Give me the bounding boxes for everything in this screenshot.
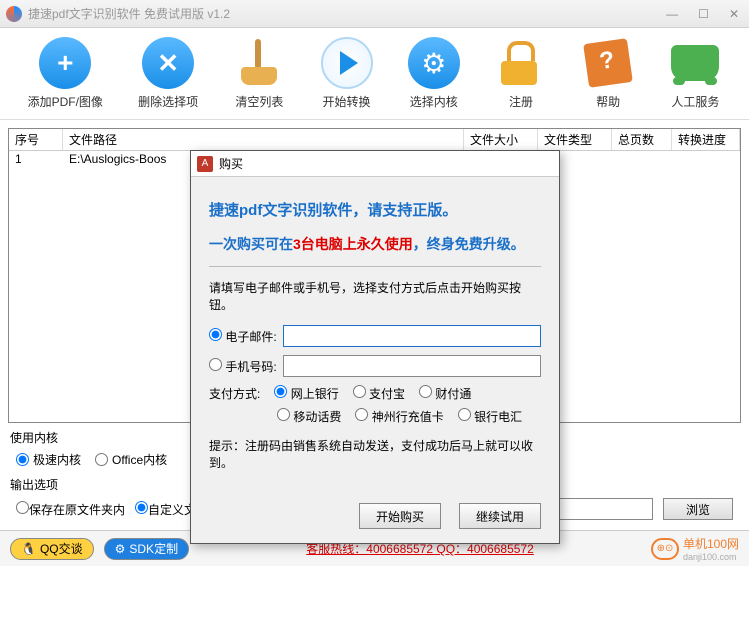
close-button[interactable]: ✕: [725, 7, 743, 21]
play-icon: [340, 51, 358, 75]
dialog-icon: A: [197, 156, 213, 172]
pay-tenpay-radio[interactable]: 财付通: [419, 385, 471, 402]
pay-bank-radio[interactable]: 网上银行: [274, 385, 338, 402]
col-seq: 序号: [9, 129, 63, 150]
sdk-button[interactable]: ⚙SDK定制: [104, 538, 189, 560]
pay-alipay-radio[interactable]: 支付宝: [353, 385, 405, 402]
help-book-icon: [583, 38, 633, 88]
browse-button[interactable]: 浏览: [663, 498, 733, 520]
lock-icon: [501, 41, 541, 85]
contact-phone-radio[interactable]: 手机号码:: [209, 358, 277, 375]
qq-chat-button[interactable]: 🐧QQ交谈: [10, 538, 94, 560]
minimize-button[interactable]: —: [662, 7, 682, 21]
broom-icon: [233, 37, 285, 89]
pay-mobile-radio[interactable]: 移动话费: [277, 408, 341, 425]
window-title: 捷速pdf文字识别软件 免费试用版 v1.2: [28, 5, 662, 22]
phone-icon: [671, 45, 719, 81]
phone-input[interactable]: [283, 355, 541, 377]
clear-list-button[interactable]: 清空列表: [233, 37, 285, 110]
delete-selection-button[interactable]: ✕删除选择项: [138, 37, 198, 110]
brand-logo-icon: ⊕⊙: [651, 538, 679, 560]
dialog-tip: 提示：注册码由销售系统自动发送，支付成功后马上就可以收到。: [209, 437, 541, 471]
start-purchase-button[interactable]: 开始购买: [359, 503, 441, 529]
cross-icon: ✕: [157, 48, 179, 79]
plus-icon: +: [57, 47, 73, 79]
dialog-titlebar[interactable]: A 购买: [191, 151, 559, 177]
col-size: 文件大小: [464, 129, 538, 150]
output-same-folder-radio[interactable]: 保存在原文件夹内: [16, 501, 125, 518]
maximize-button[interactable]: ☐: [694, 7, 713, 21]
qq-icon: 🐧: [21, 542, 36, 556]
select-kernel-button[interactable]: ⚙选择内核: [408, 37, 460, 110]
help-button[interactable]: 帮助: [582, 37, 634, 110]
add-pdf-button[interactable]: +添加PDF/图像: [28, 37, 103, 110]
titlebar: 捷速pdf文字识别软件 免费试用版 v1.2 — ☐ ✕: [0, 0, 749, 28]
dialog-headline1: 捷速pdf文字识别软件，请支持正版。: [209, 199, 541, 220]
purchase-dialog: A 购买 捷速pdf文字识别软件，请支持正版。 一次购买可在3台电脑上永久使用，…: [190, 150, 560, 544]
continue-trial-button[interactable]: 继续试用: [459, 503, 541, 529]
email-input[interactable]: [283, 325, 541, 347]
col-progress: 转换进度: [672, 129, 740, 150]
toolbar: +添加PDF/图像 ✕删除选择项 清空列表 开始转换 ⚙选择内核 注册 帮助 人…: [0, 28, 749, 120]
register-button[interactable]: 注册: [495, 37, 547, 110]
dialog-headline2: 一次购买可在3台电脑上永久使用，终身免费升级。: [209, 234, 541, 254]
contact-email-radio[interactable]: 电子邮件:: [209, 328, 277, 345]
start-convert-button[interactable]: 开始转换: [321, 37, 373, 110]
brand-link[interactable]: ⊕⊙ 单机100网danji100.com: [651, 535, 739, 562]
kernel-fast-radio[interactable]: 极速内核: [16, 451, 81, 468]
pay-label: 支付方式:: [209, 385, 260, 402]
kernel-office-radio[interactable]: Office内核: [95, 451, 167, 468]
pay-wire-radio[interactable]: 银行电汇: [458, 408, 522, 425]
app-logo-icon: [6, 6, 22, 22]
table-header: 序号 文件路径 文件大小 文件类型 总页数 转换进度: [9, 129, 740, 151]
col-pages: 总页数: [612, 129, 672, 150]
service-button[interactable]: 人工服务: [669, 37, 721, 110]
pay-szx-radio[interactable]: 神州行充值卡: [355, 408, 443, 425]
gear-icon: ⚙: [421, 47, 446, 80]
col-type: 文件类型: [538, 129, 612, 150]
col-path: 文件路径: [63, 129, 464, 150]
gear-small-icon: ⚙: [115, 542, 126, 556]
dialog-instruction: 请填写电子邮件或手机号，选择支付方式后点击开始购买按钮。: [209, 279, 541, 313]
